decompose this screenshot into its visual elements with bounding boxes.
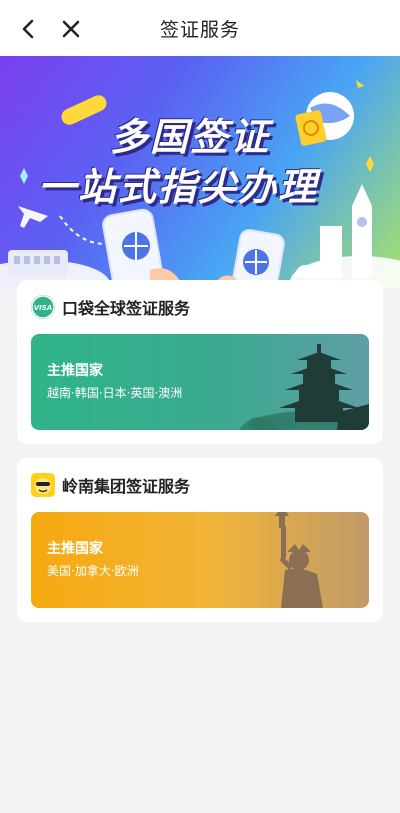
service-name: 口袋全球签证服务 bbox=[62, 299, 191, 318]
promo-title: 主推国家 bbox=[47, 541, 103, 557]
featured-countries-banner[interactable]: 主推国家 越南·韩国·日本·英国·澳洲 bbox=[31, 334, 369, 430]
promo-banner[interactable]: 多国签证 一站式指尖办理 bbox=[0, 56, 400, 288]
promo-title: 主推国家 bbox=[47, 363, 103, 379]
pagoda-image bbox=[239, 344, 369, 430]
page-title: 签证服务 bbox=[159, 18, 240, 41]
card-header: VISA 口袋全球签证服务 bbox=[31, 294, 190, 320]
close-icon[interactable] bbox=[60, 18, 82, 40]
visa-service-card: VISA 口袋全球签证服务 主推国家 越南·韩国·日本·英国·澳洲 bbox=[17, 280, 383, 444]
service-name: 岭南集团签证服务 bbox=[62, 477, 191, 496]
statue-of-liberty-image bbox=[275, 512, 323, 608]
visa-logo-icon: VISA bbox=[31, 295, 55, 319]
featured-countries-banner[interactable]: 主推国家 美国·加拿大·欧洲 bbox=[31, 512, 369, 608]
lingnan-logo-icon bbox=[31, 473, 55, 497]
back-arrow-icon[interactable] bbox=[18, 18, 40, 40]
lingnan-service-card: 岭南集团签证服务 主推国家 美国·加拿大·欧洲 bbox=[17, 458, 383, 622]
banner-subheadline: 一站式指尖办理 bbox=[38, 165, 319, 209]
navigation-bar: 签证服务 bbox=[0, 0, 400, 56]
banner-headline: 多国签证 bbox=[110, 115, 271, 159]
promo-countries: 越南·韩国·日本·英国·澳洲 bbox=[47, 386, 183, 400]
svg-text:VISA: VISA bbox=[34, 304, 52, 312]
card-header: 岭南集团签证服务 bbox=[31, 472, 190, 498]
promo-countries: 美国·加拿大·欧洲 bbox=[47, 564, 139, 578]
